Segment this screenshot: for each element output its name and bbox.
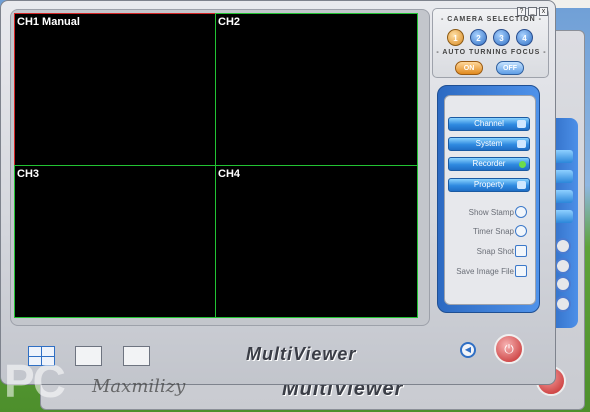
camera-selection-heading: - CAMERA SELECTION -	[440, 16, 543, 23]
save-image-file-label: Save Image File	[456, 267, 514, 276]
background-menu-button	[553, 190, 573, 203]
channel-label: CH1 Manual	[17, 16, 80, 28]
auto-focus-on-toggle[interactable]: ON	[455, 61, 483, 75]
show-stamp-clock-icon[interactable]	[515, 206, 527, 218]
channel-button-label: Channel	[474, 119, 504, 128]
camera-2-button[interactable]: 2	[470, 29, 487, 46]
recorder-icon	[519, 161, 526, 168]
single-layout-icon[interactable]	[123, 346, 150, 366]
property-icon	[517, 181, 526, 189]
channel-label: CH4	[218, 168, 241, 180]
channel-cell-3[interactable]: CH3	[14, 165, 216, 318]
save-image-file-disk-icon[interactable]	[515, 265, 527, 277]
channel-cell-1[interactable]: CH1 Manual	[14, 13, 216, 166]
background-menu-button	[553, 210, 573, 223]
snap-shot-camera-icon[interactable]	[515, 245, 527, 257]
background-menu-button	[553, 170, 573, 183]
property-button-label: Property	[473, 180, 505, 189]
help-button[interactable]: ?	[517, 7, 526, 16]
auto-focus-heading: - AUTO TURNING FOCUS -	[436, 49, 547, 56]
minimize-button[interactable]: _	[528, 7, 537, 16]
recorder-button[interactable]: Recorder	[448, 157, 530, 171]
close-button[interactable]: x	[539, 7, 548, 16]
multiviewer-logo: MultiViewer	[246, 344, 357, 364]
power-button[interactable]: ⏻	[494, 334, 524, 364]
camera-4-button[interactable]: 4	[516, 29, 533, 46]
system-button-label: System	[475, 139, 503, 148]
dual-layout-icon[interactable]	[75, 346, 102, 366]
timer-snap-label: Timer Snap	[472, 227, 514, 236]
speaker-icon[interactable]: ◀	[460, 342, 476, 358]
background-action-icon	[555, 276, 571, 292]
background-action-icon	[555, 238, 571, 254]
recorder-button-label: Recorder	[472, 159, 506, 168]
background-action-icon	[555, 296, 571, 312]
camera-selection-panel: - CAMERA SELECTION - 1 2 3 4 - AUTO TURN…	[432, 8, 549, 78]
channel-cell-4[interactable]: CH4	[215, 165, 418, 318]
camera-1-button[interactable]: 1	[447, 29, 464, 46]
system-button[interactable]: System	[448, 137, 530, 151]
channel-grid: CH1 Manual CH2 CH3 CH4	[14, 13, 418, 318]
channel-button[interactable]: Channel	[448, 117, 530, 131]
channel-icon	[517, 120, 526, 128]
property-button[interactable]: Property	[448, 178, 530, 192]
background-menu-button	[553, 150, 573, 163]
show-stamp-label: Show Stamp	[468, 208, 514, 217]
channel-label: CH2	[218, 16, 241, 28]
channel-label: CH3	[17, 168, 40, 180]
watermark: PC	[4, 355, 66, 407]
snap-shot-label: Snap Shot	[476, 247, 514, 256]
timer-snap-clock-icon[interactable]	[515, 225, 527, 237]
camera-3-button[interactable]: 3	[493, 29, 510, 46]
background-action-icon	[555, 258, 571, 274]
signature: Maxmilizy	[92, 376, 186, 397]
system-icon	[517, 140, 526, 148]
auto-focus-off-toggle[interactable]: OFF	[496, 61, 524, 75]
channel-cell-2[interactable]: CH2	[215, 13, 418, 166]
